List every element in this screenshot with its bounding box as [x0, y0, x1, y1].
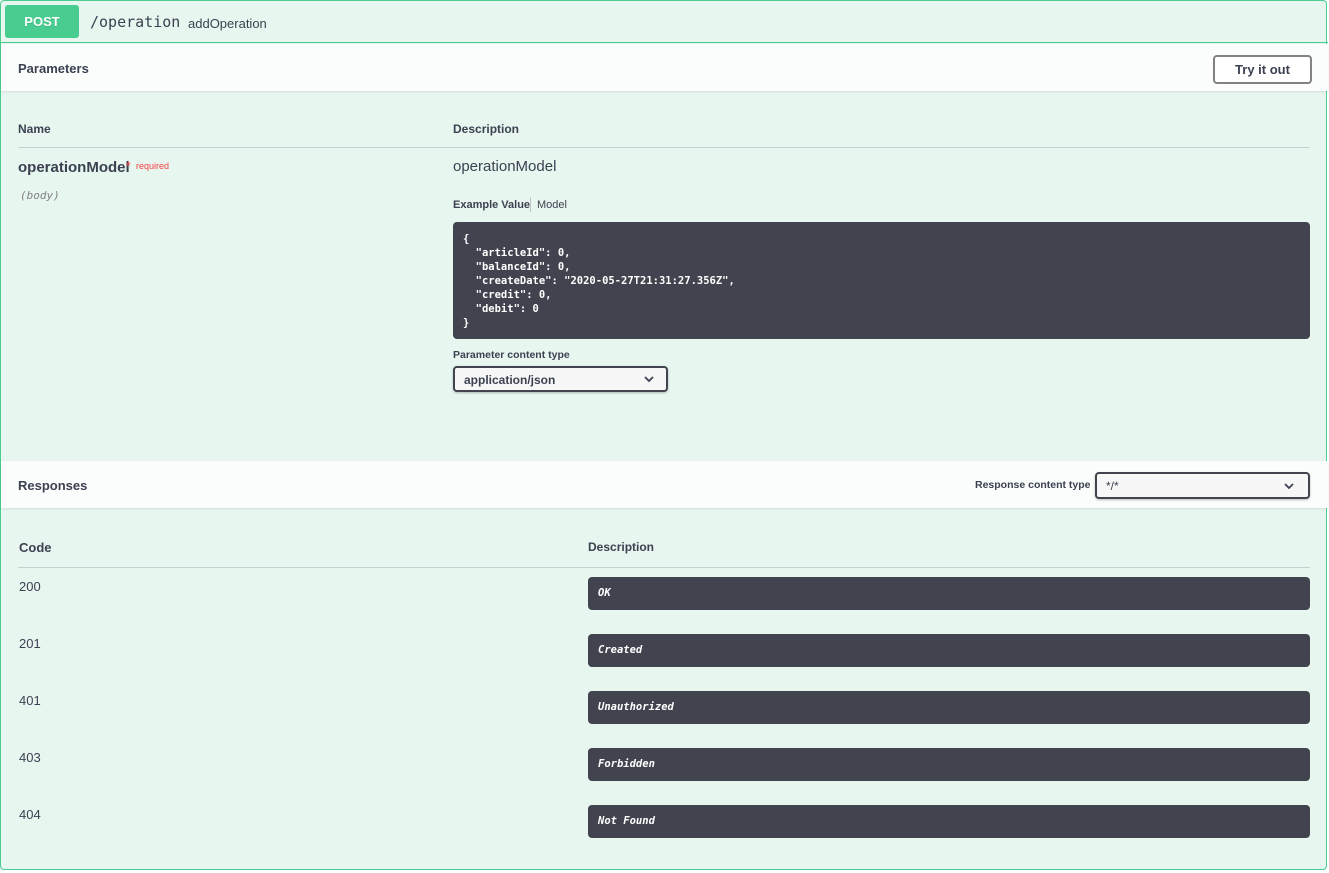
- operation-id: addOperation: [188, 16, 267, 31]
- tab-example-value[interactable]: Example Value: [453, 199, 530, 211]
- param-name: operationModel: [18, 159, 130, 176]
- response-description: Created: [588, 634, 1310, 667]
- response-content-type-value: */*: [1106, 479, 1119, 493]
- chevron-down-icon: [1284, 483, 1294, 490]
- operation-summary[interactable]: POST /operation addOperation: [1, 1, 1328, 43]
- tab-model[interactable]: Model: [537, 199, 567, 211]
- parameters-title: Parameters: [18, 61, 89, 76]
- parameter-content-type-value: application/json: [464, 373, 556, 387]
- responses-title: Responses: [18, 478, 88, 493]
- response-code: 401: [19, 693, 41, 708]
- response-description: OK: [588, 577, 1310, 610]
- parameter-content-type-label: Parameter content type: [453, 349, 570, 361]
- required-star: *: [126, 159, 131, 173]
- operation-block: POST /operation addOperation Parameters …: [0, 0, 1328, 870]
- example-value-code: { "articleId": 0, "balanceId": 0, "creat…: [453, 222, 1310, 339]
- responses-divider: [18, 567, 1310, 568]
- response-code: 404: [19, 807, 41, 822]
- parameter-content-type-select[interactable]: application/json: [453, 366, 668, 392]
- response-description: Not Found: [588, 805, 1310, 838]
- response-description: Unauthorized: [588, 691, 1310, 724]
- response-content-type-label: Response content type: [975, 479, 1091, 491]
- code-column-header: Code: [19, 540, 52, 555]
- tab-divider: [530, 197, 531, 212]
- method-badge: POST: [5, 5, 79, 38]
- response-content-type-select[interactable]: */*: [1095, 472, 1310, 499]
- param-description: operationModel: [453, 158, 557, 175]
- required-label: required: [136, 161, 170, 171]
- response-description: Forbidden: [588, 748, 1310, 781]
- try-it-out-button[interactable]: Try it out: [1213, 55, 1312, 84]
- response-code: 403: [19, 750, 41, 765]
- parameters-divider: [18, 147, 1310, 148]
- response-description-column-header: Description: [588, 540, 655, 554]
- response-code: 200: [19, 579, 41, 594]
- description-column-header: Description: [453, 122, 520, 136]
- operation-path: /operation: [90, 13, 181, 31]
- name-column-header: Name: [18, 122, 51, 136]
- response-code: 201: [19, 636, 41, 651]
- chevron-down-icon: [644, 376, 654, 383]
- param-location: (body): [20, 189, 60, 202]
- parameters-header: Parameters: [1, 44, 1328, 91]
